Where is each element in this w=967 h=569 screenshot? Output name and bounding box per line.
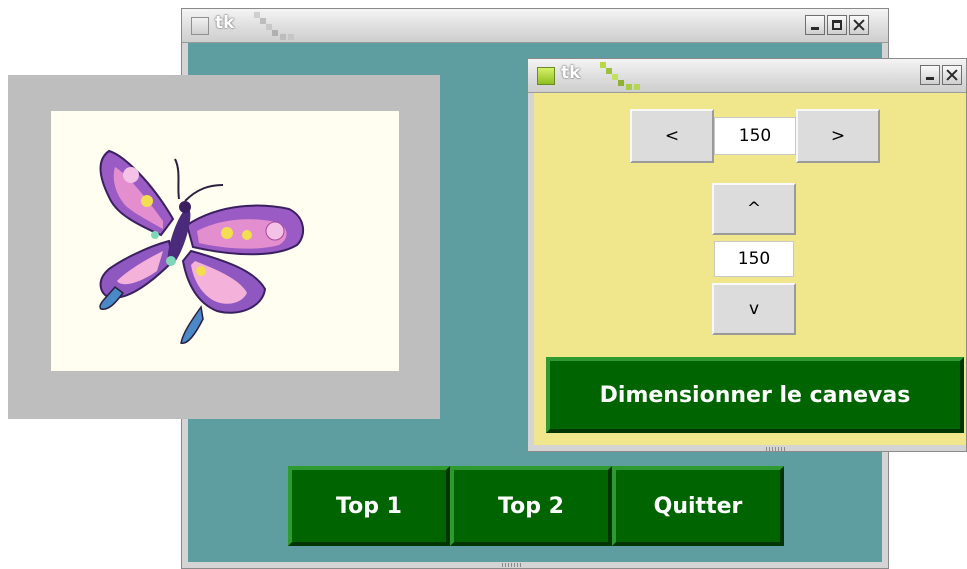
top2-button[interactable]: Top 2: [450, 466, 612, 546]
canvas-frame: [8, 75, 440, 419]
resize-titlebar[interactable]: tk: [528, 59, 966, 93]
resize-canvas-button[interactable]: Dimensionner le canevas: [546, 357, 964, 433]
width-increase-button[interactable]: >: [796, 109, 880, 163]
minimize-icon: [921, 66, 939, 84]
close-icon: [943, 66, 961, 84]
drawing-canvas[interactable]: [51, 111, 399, 371]
resize-window-title: tk: [561, 63, 581, 83]
window-icon[interactable]: [537, 67, 555, 85]
quit-button[interactable]: Quitter: [612, 466, 784, 546]
width-entry[interactable]: 150: [714, 117, 796, 155]
minimize-button[interactable]: [805, 15, 825, 35]
main-titlebar[interactable]: tk: [182, 9, 888, 43]
close-button[interactable]: [849, 15, 869, 35]
resize-client-area: < 150 > ^ 150 v Dimensionner le canevas: [534, 93, 966, 445]
resize-grip[interactable]: [502, 563, 522, 567]
close-button[interactable]: [942, 65, 962, 85]
minimize-icon: [806, 16, 824, 34]
height-entry[interactable]: 150: [714, 241, 794, 277]
resize-grip[interactable]: [766, 447, 786, 451]
maximize-icon: [828, 16, 846, 34]
top1-button[interactable]: Top 1: [288, 466, 450, 546]
maximize-button[interactable]: [827, 15, 847, 35]
resize-window: tk < 150 > ^ 150 v Dimensionner le canev…: [527, 58, 967, 452]
main-window-title: tk: [215, 13, 235, 33]
height-decrease-button[interactable]: v: [712, 283, 796, 335]
minimize-button[interactable]: [920, 65, 940, 85]
butterfly-image: [99, 149, 305, 344]
close-icon: [850, 16, 868, 34]
width-decrease-button[interactable]: <: [630, 109, 714, 163]
window-icon[interactable]: [191, 17, 209, 35]
height-increase-button[interactable]: ^: [712, 183, 796, 235]
